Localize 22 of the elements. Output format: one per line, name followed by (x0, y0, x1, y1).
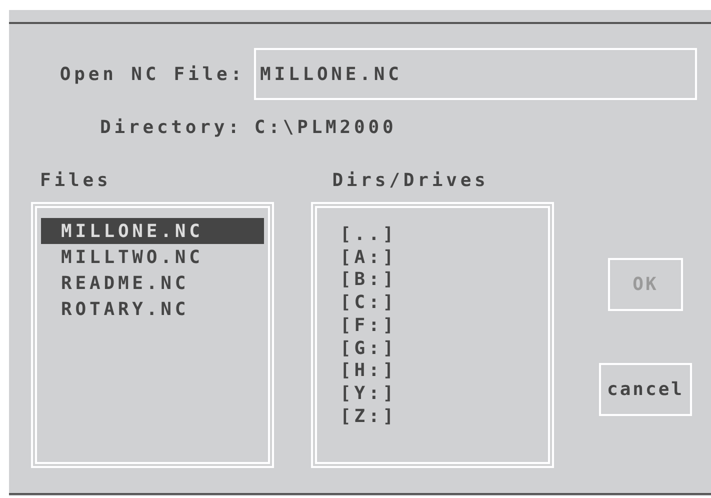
list-item[interactable]: [F:] (321, 314, 544, 337)
file-name-field[interactable]: MILLONE.NC (254, 48, 697, 100)
list-item[interactable]: [C:] (321, 291, 544, 314)
list-item[interactable]: [Y:] (321, 382, 544, 405)
directory-path: C:\PLM2000 (254, 116, 397, 140)
list-item[interactable]: [..] (321, 223, 544, 246)
dirs-heading: Dirs/Drives (332, 168, 489, 192)
files-list[interactable]: MILLONE.NC MILLTWO.NC README.NC ROTARY.NC (31, 202, 274, 468)
list-item[interactable]: README.NC (41, 270, 264, 296)
list-item[interactable]: [B:] (321, 268, 544, 292)
directory-label: Directory: (100, 116, 242, 140)
files-heading: Files (40, 168, 112, 192)
dirs-list[interactable]: [..] [A:] [B:] [C:] [F:] [G:] [H:] [Y:] [Z:] (311, 202, 554, 468)
list-item[interactable]: [A:] (321, 246, 544, 268)
list-item[interactable]: ROTARY.NC (41, 296, 264, 322)
list-item[interactable]: MILLTWO.NC (41, 244, 264, 270)
list-item[interactable]: [H:] (321, 360, 544, 382)
list-item[interactable]: MILLONE.NC (41, 218, 264, 244)
dialog-button[interactable]: cancel (598, 363, 692, 416)
list-item[interactable]: [Z:] (321, 405, 544, 428)
field-label: Open NC File: (58, 62, 245, 86)
list-item[interactable]: [G:] (321, 336, 544, 360)
